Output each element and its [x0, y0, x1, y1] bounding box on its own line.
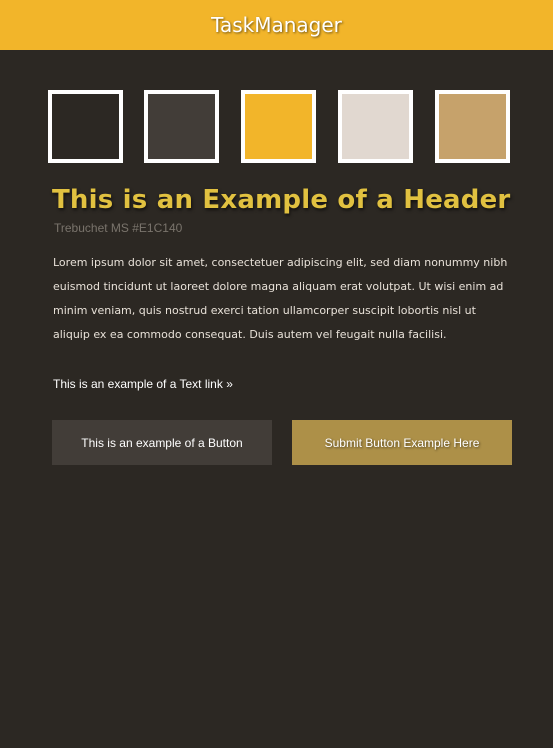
font-note: Trebuchet MS #E1C140 — [54, 221, 183, 235]
swatch-light-beige — [338, 90, 413, 163]
top-bar: TaskManager — [0, 0, 553, 50]
submit-button[interactable]: Submit Button Example Here — [292, 420, 512, 465]
app-title: TaskManager — [211, 13, 342, 37]
swatch-golden-yellow — [241, 90, 316, 163]
swatch-dark-brown — [48, 90, 123, 163]
body-paragraph: Lorem ipsum dolor sit amet, consectetuer… — [53, 256, 508, 341]
example-text-link[interactable]: This is an example of a Text link » — [53, 377, 233, 392]
swatch-tan — [435, 90, 510, 163]
swatch-charcoal — [144, 90, 219, 163]
example-button[interactable]: This is an example of a Button — [52, 420, 272, 465]
page-header: This is an Example of a Header — [52, 185, 511, 215]
